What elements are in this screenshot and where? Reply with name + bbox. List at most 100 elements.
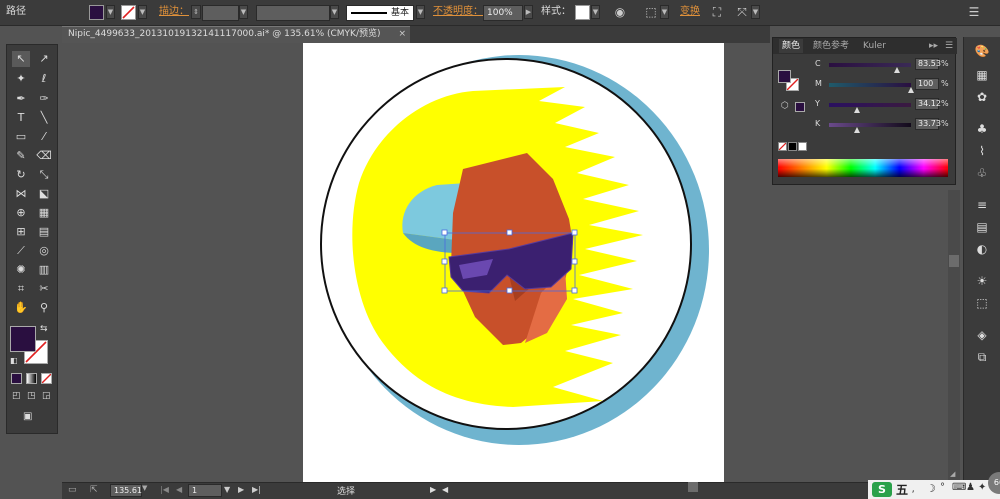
align-dropdown[interactable]: ▼ <box>660 5 669 19</box>
selection-tool-icon[interactable]: ↖ <box>12 51 30 67</box>
opacity-field[interactable]: 100% <box>483 5 523 21</box>
variable-width-dropdown[interactable]: ▼ <box>330 5 339 19</box>
channel-y-value[interactable]: 34.12 <box>915 98 941 110</box>
fill-swatch[interactable] <box>89 5 104 20</box>
hand-tool-icon[interactable]: ✋ <box>12 300 30 316</box>
appearance-icon[interactable]: ☀ <box>974 273 990 289</box>
eraser-tool-icon[interactable]: ⌫ <box>35 148 53 164</box>
gamut-swatch[interactable] <box>795 102 805 112</box>
black-swatch[interactable] <box>788 142 797 151</box>
collapse-panel-icon[interactable]: ▸▸ <box>929 39 938 53</box>
channel-c-value[interactable]: 83.53 <box>915 58 941 70</box>
document-tab[interactable]: Nipic_4499633_20131019132141117000.ai* @… <box>62 26 410 43</box>
lasso-tool-icon[interactable]: ℓ <box>35 71 53 87</box>
transparency-icon[interactable]: ◐ <box>974 241 990 257</box>
opacity-label[interactable]: 不透明度： <box>433 4 483 20</box>
channel-c-slider-thumb[interactable] <box>894 67 901 73</box>
export-icon[interactable]: ⇱ <box>90 485 98 495</box>
scale-tool-icon[interactable]: ⤡ <box>35 167 53 183</box>
white-swatch[interactable] <box>798 142 807 151</box>
panel-menu-icon[interactable]: ☰ <box>945 39 953 53</box>
artboard[interactable] <box>303 43 724 483</box>
stroke-weight-field[interactable] <box>202 5 239 21</box>
gradient-panel-icon[interactable]: ▤ <box>974 219 990 235</box>
channel-m-slider[interactable] <box>829 83 911 87</box>
notification-badge[interactable]: 66 <box>988 472 1000 494</box>
draw-behind-icon[interactable]: ◳ <box>27 391 39 403</box>
artboard-tool-icon[interactable]: ⌗ <box>12 281 30 297</box>
ime-mode-label[interactable]: 五 <box>896 481 908 498</box>
stroke-weight-stepper[interactable]: ⇕ <box>191 5 201 19</box>
channel-k-slider-thumb[interactable] <box>853 127 860 133</box>
graphic-styles-icon[interactable]: ♧ <box>974 165 990 181</box>
eyedropper-tool-icon[interactable]: ⟋ <box>12 243 30 259</box>
pen-tool-icon[interactable]: ✒ <box>12 91 30 107</box>
prev-page-button[interactable]: ◀ <box>176 485 182 494</box>
slice-tool-icon[interactable]: ✂ <box>35 281 53 297</box>
scroll-left-button[interactable]: ◀ <box>442 485 448 494</box>
keyboard-icon[interactable]: ⌨ <box>952 482 966 493</box>
swatches-icon[interactable]: ▦ <box>974 67 990 83</box>
stroke-weight-label[interactable]: 描边： <box>159 4 189 20</box>
layers-icon[interactable]: ◈ <box>974 327 990 343</box>
punctuation-icon[interactable]: ⸴ <box>912 482 915 496</box>
blend-tool-icon[interactable]: ◎ <box>35 243 53 259</box>
status-menu-button[interactable]: ▶ <box>430 485 436 494</box>
default-fill-stroke-icon[interactable]: ◧ <box>10 356 18 365</box>
out-of-gamut-icon[interactable]: ⬡ <box>781 101 789 111</box>
gradient-tool-icon[interactable]: ▤ <box>35 224 53 240</box>
stroke-panel-icon[interactable]: ≡ <box>974 197 990 213</box>
align-icon[interactable]: ⬚ <box>643 4 659 20</box>
direct-selection-tool-icon[interactable]: ↗ <box>35 51 53 67</box>
tab-color[interactable]: 颜色 <box>779 39 804 53</box>
variable-width-field[interactable] <box>256 5 330 21</box>
stroke-dropdown-button[interactable]: ▼ <box>138 5 147 19</box>
artboard-nav-icon[interactable]: ▭ <box>68 485 77 495</box>
tab-color-guide[interactable]: 颜色参考 <box>813 39 849 53</box>
swap-fill-stroke-icon[interactable]: ⇆ <box>40 324 48 334</box>
perspective-grid-tool-icon[interactable]: ▦ <box>35 205 53 221</box>
transform-each-icon[interactable]: ⤧ <box>734 4 750 20</box>
fill-dropdown-button[interactable]: ▼ <box>106 5 115 19</box>
vertical-scroll-thumb[interactable] <box>949 255 959 267</box>
tab-kuler[interactable]: Kuler <box>863 39 886 53</box>
screen-mode-icon[interactable]: ▣ <box>23 411 41 423</box>
channel-y-slider-thumb[interactable] <box>853 107 860 113</box>
first-page-button[interactable]: |◀ <box>160 485 169 494</box>
color-mode-button[interactable] <box>11 373 22 384</box>
fill-color-box[interactable] <box>10 326 36 352</box>
type-tool-icon[interactable]: T <box>12 110 30 126</box>
recolor-artwork-icon[interactable]: ◉ <box>612 4 628 20</box>
draw-normal-icon[interactable]: ◰ <box>12 391 24 403</box>
gradient-mode-button[interactable] <box>26 373 37 384</box>
color-panel-icon[interactable]: 🎨 <box>974 43 990 59</box>
shape-builder-tool-icon[interactable]: ⊕ <box>12 205 30 221</box>
align-panel-icon[interactable]: ⬚ <box>974 295 990 311</box>
color-spectrum[interactable] <box>778 159 948 177</box>
magic-wand-tool-icon[interactable]: ✦ <box>12 71 30 87</box>
vertical-scrollbar[interactable]: ◢ <box>948 190 960 482</box>
channel-y-slider[interactable] <box>829 103 911 107</box>
paintbrush-tool-icon[interactable]: ⁄ <box>35 129 53 145</box>
pencil-tool-icon[interactable]: ✎ <box>12 148 30 164</box>
opacity-dropdown[interactable]: ▶ <box>524 5 533 19</box>
transform-dropdown[interactable]: ▼ <box>751 5 760 19</box>
isolate-icon[interactable]: ⛶ <box>709 4 725 20</box>
artboards-icon[interactable]: ⧉ <box>974 349 990 365</box>
free-transform-tool-icon[interactable]: ⬕ <box>35 186 53 202</box>
symbol-sprayer-tool-icon[interactable]: ✺ <box>12 262 30 278</box>
symbols-icon[interactable]: ♣ <box>974 121 990 137</box>
none-mode-button[interactable] <box>41 373 52 384</box>
style-swatch[interactable] <box>575 5 590 20</box>
panel-fill-swatch[interactable] <box>778 70 791 83</box>
width-tool-icon[interactable]: ⋈ <box>12 186 30 202</box>
close-tab-icon[interactable]: × <box>398 27 406 42</box>
page-dropdown[interactable]: ▼ <box>224 485 230 494</box>
column-graph-tool-icon[interactable]: ▥ <box>35 262 53 278</box>
color-guide-icon[interactable]: ✿ <box>974 89 990 105</box>
channel-k-value[interactable]: 33.73 <box>915 118 941 130</box>
zoom-dropdown[interactable]: ▼ <box>142 484 147 492</box>
brush-definition-field[interactable]: 基本 <box>346 5 414 21</box>
resize-grip-icon[interactable]: ◢ <box>950 470 955 478</box>
brushes-icon[interactable]: ⌇ <box>974 143 990 159</box>
